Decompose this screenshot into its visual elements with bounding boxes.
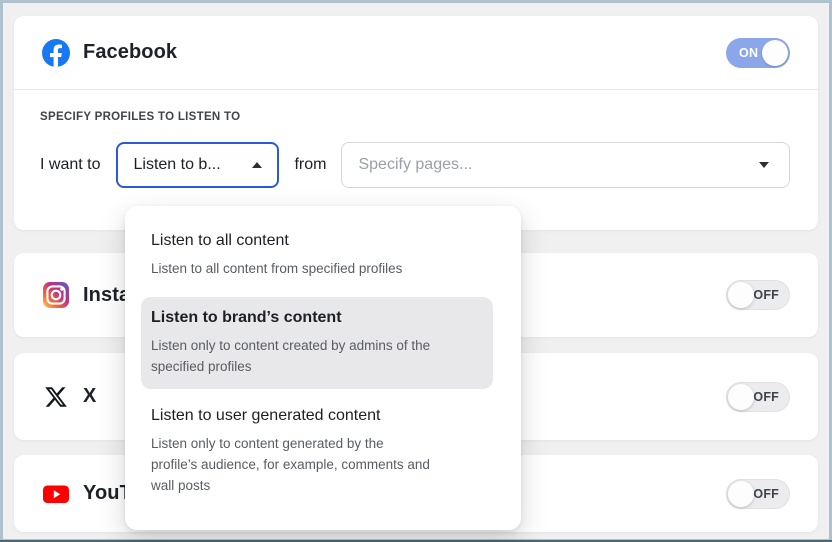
listen-mode-dropdown: Listen to all content Listen to all cont…	[125, 206, 521, 530]
caret-up-icon	[252, 162, 262, 168]
settings-panel: Facebook ON SPECIFY PROFILES TO LISTEN T…	[0, 0, 832, 542]
option-title: Listen to brand’s content	[151, 307, 483, 329]
facebook-title: Facebook	[83, 41, 177, 64]
pages-placeholder: Specify pages...	[358, 156, 472, 174]
dropdown-option-brands-content[interactable]: Listen to brand’s content Listen only to…	[141, 297, 493, 389]
option-description: Listen only to content created by admins…	[151, 335, 483, 377]
facebook-settings-body: SPECIFY PROFILES TO LISTEN TO I want to …	[14, 90, 818, 188]
youtube-toggle-label: OFF	[753, 487, 779, 501]
dropdown-option-all-content[interactable]: Listen to all content Listen to all cont…	[141, 220, 493, 291]
profiles-form-row: I want to Listen to b... from Specify pa…	[40, 142, 790, 188]
facebook-toggle[interactable]: ON	[726, 38, 790, 68]
option-title: Listen to user generated content	[151, 405, 483, 427]
instagram-toggle-knob	[728, 282, 754, 308]
facebook-header: Facebook ON	[14, 16, 818, 90]
instagram-toggle-label: OFF	[753, 288, 779, 302]
instagram-toggle[interactable]: OFF	[726, 280, 790, 310]
facebook-toggle-label: ON	[739, 46, 758, 60]
listen-mode-value: Listen to b...	[133, 156, 220, 174]
from-label: from	[294, 156, 326, 174]
x-title: X	[83, 385, 96, 408]
facebook-card: Facebook ON SPECIFY PROFILES TO LISTEN T…	[14, 16, 818, 230]
facebook-icon	[42, 39, 70, 67]
specify-profiles-heading: SPECIFY PROFILES TO LISTEN TO	[40, 111, 790, 123]
option-title: Listen to all content	[151, 230, 483, 252]
youtube-toggle-knob	[728, 481, 754, 507]
x-toggle-knob	[728, 384, 754, 410]
x-toggle[interactable]: OFF	[726, 382, 790, 412]
youtube-icon	[42, 480, 70, 508]
x-icon	[44, 385, 68, 409]
caret-down-icon	[759, 162, 769, 168]
pages-select[interactable]: Specify pages...	[341, 142, 790, 188]
youtube-toggle[interactable]: OFF	[726, 479, 790, 509]
i-want-to-label: I want to	[40, 156, 100, 174]
x-toggle-label: OFF	[753, 390, 779, 404]
option-description: Listen to all content from specified pro…	[151, 258, 483, 279]
facebook-toggle-knob	[762, 40, 788, 66]
dropdown-option-user-generated[interactable]: Listen to user generated content Listen …	[141, 395, 493, 508]
option-description: Listen only to content generated by the …	[151, 433, 483, 496]
listen-mode-select[interactable]: Listen to b...	[116, 142, 279, 188]
instagram-icon	[42, 281, 70, 309]
